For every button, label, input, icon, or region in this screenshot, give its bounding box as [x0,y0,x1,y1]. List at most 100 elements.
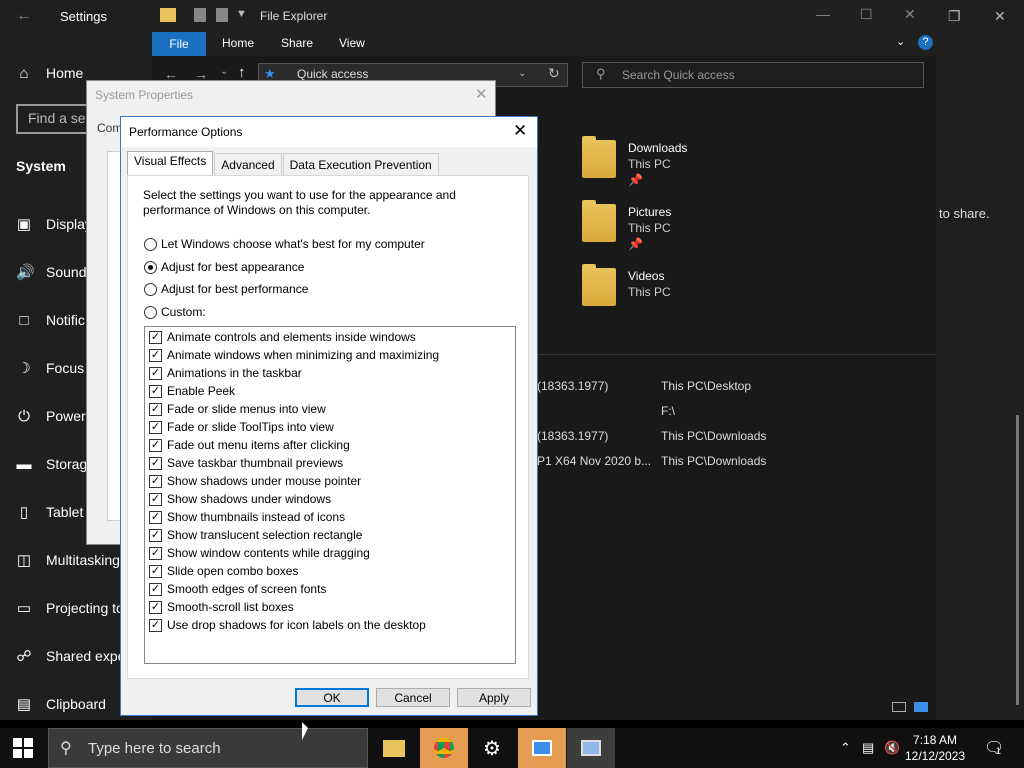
radio-button[interactable] [144,260,157,274]
checkbox[interactable]: ✓ [149,492,162,506]
effect-label: Animate controls and elements inside win… [167,330,416,344]
effect-label: Show shadows under windows [167,492,332,506]
tab-computer-name[interactable]: Com [97,121,122,135]
effect-label: Use drop shadows for icon labels on the … [167,618,426,632]
customize-toolbar-icon[interactable]: ▼ [236,8,247,20]
new-folder-icon[interactable] [216,8,228,22]
effect-checkbox-row[interactable]: ✓ Enable Peek [149,384,235,398]
expand-ribbon-icon[interactable]: ⌄ [896,35,905,48]
tab-advanced[interactable]: Advanced [214,153,282,175]
tab-visual-effects[interactable]: Visual Effects [127,151,214,175]
settings-taskbar-icon[interactable]: ⚙ [468,728,516,768]
ok-button[interactable]: OK [295,688,369,707]
address-dropdown-icon[interactable]: ⌄ [518,68,526,79]
recent-file-name[interactable]: (18363.1977) [537,429,608,443]
cancel-button[interactable]: Cancel [376,688,450,707]
checkbox[interactable]: ✓ [149,546,162,560]
effect-checkbox-row[interactable]: ✓ Smooth-scroll list boxes [149,600,294,614]
tab-share[interactable]: Share [281,36,313,50]
volume-muted-icon[interactable]: 🔇 [884,740,900,756]
address-text: Quick access [297,67,369,81]
checkbox[interactable]: ✓ [149,438,162,452]
effect-checkbox-row[interactable]: ✓ Animate windows when minimizing and max… [149,348,439,362]
radio-best-performance[interactable]: Adjust for best performance [144,282,308,296]
checkbox[interactable]: ✓ [149,564,162,578]
checkbox[interactable]: ✓ [149,348,162,362]
radio-button[interactable] [144,305,157,319]
radio-best-appearance[interactable]: Adjust for best appearance [144,260,304,274]
tab-home[interactable]: Home [222,36,254,50]
properties-icon[interactable] [194,8,206,22]
effects-listbox[interactable]: ✓ Animate controls and elements inside wi… [144,326,516,664]
focus-assist-icon: ☽ [17,360,31,377]
tab-data-execution-prevention[interactable]: Data Execution Prevention [282,153,439,175]
effect-label: Animate windows when minimizing and maxi… [167,348,440,362]
effect-checkbox-row[interactable]: ✓ Use drop shadows for icon labels on the… [149,618,426,632]
tab-view[interactable]: View [339,36,365,50]
close-icon[interactable]: ✕ [513,121,527,141]
effect-checkbox-row[interactable]: ✓ Show thumbnails instead of icons [149,510,345,524]
checkbox[interactable]: ✓ [149,384,162,398]
tab-file[interactable]: File [152,32,206,56]
projecting-icon: ▭ [16,600,32,617]
effect-checkbox-row[interactable]: ✓ Show shadows under windows [149,492,331,506]
effect-checkbox-row[interactable]: ✓ Smooth edges of screen fonts [149,582,326,596]
checkbox[interactable]: ✓ [149,582,162,596]
file-explorer-taskbar-icon[interactable] [370,728,418,768]
folder-downloads[interactable]: Downloads This PC 📌 [582,136,687,188]
radio-button[interactable] [144,282,157,296]
radio-button[interactable] [144,237,157,251]
back-arrow-icon[interactable]: ← [16,7,32,25]
folder-pictures[interactable]: Pictures This PC 📌 [582,200,671,252]
large-icons-view-icon[interactable] [914,702,928,712]
effect-checkbox-row[interactable]: ✓ Fade or slide menus into view [149,402,326,416]
scrollbar[interactable] [1016,415,1019,705]
recent-file-name[interactable]: P1 X64 Nov 2020 b... [537,454,651,468]
effect-checkbox-row[interactable]: ✓ Save taskbar thumbnail previews [149,456,343,470]
effect-checkbox-row[interactable]: ✓ Fade out menu items after clicking [149,438,350,452]
apply-button[interactable]: Apply [457,688,531,707]
close-icon[interactable]: ✕ [904,6,916,23]
folder-videos[interactable]: Videos This PC [582,264,671,306]
checkbox[interactable]: ✓ [149,618,162,632]
checkbox[interactable]: ✓ [149,402,162,416]
network-icon[interactable]: ▤ [862,740,874,756]
checkbox[interactable]: ✓ [149,600,162,614]
refresh-icon[interactable]: ↻ [548,65,560,82]
effect-checkbox-row[interactable]: ✓ Animations in the taskbar [149,366,302,380]
system-properties-taskbar-icon[interactable] [567,728,615,768]
recent-file-name[interactable]: (18363.1977) [537,379,608,393]
effect-checkbox-row[interactable]: ✓ Show translucent selection rectangle [149,528,362,542]
close-icon[interactable]: ✕ [994,8,1006,25]
effect-checkbox-row[interactable]: ✓ Show shadows under mouse pointer [149,474,361,488]
minimize-icon[interactable]: — [816,6,830,22]
radio-custom[interactable]: Custom: [144,305,206,319]
checkbox[interactable]: ✓ [149,528,162,542]
effect-checkbox-row[interactable]: ✓ Fade or slide ToolTips into view [149,420,334,434]
show-hidden-icons-icon[interactable]: ⌃ [840,740,851,756]
control-panel-taskbar-icon[interactable] [518,728,566,768]
checkbox[interactable]: ✓ [149,330,162,344]
effect-checkbox-row[interactable]: ✓ Slide open combo boxes [149,564,298,578]
help-icon[interactable]: ? [918,35,933,50]
effect-label: Fade or slide ToolTips into view [167,420,334,434]
clock[interactable]: 7:18 AM 12/12/2023 [905,732,965,764]
details-view-icon[interactable] [892,702,906,712]
checkbox[interactable]: ✓ [149,366,162,380]
effect-checkbox-row[interactable]: ✓ Animate controls and elements inside wi… [149,330,416,344]
radio-let-windows-choose[interactable]: Let Windows choose what's best for my co… [144,237,425,251]
checkbox[interactable]: ✓ [149,420,162,434]
restore-icon[interactable]: ❐ [948,8,961,25]
checkbox[interactable]: ✓ [149,510,162,524]
windows-start-icon[interactable] [13,738,33,758]
up-icon[interactable]: ↑ [238,64,246,81]
perf-tabs: Visual Effects Advanced Data Execution P… [127,151,440,175]
checkbox[interactable]: ✓ [149,474,162,488]
checkbox[interactable]: ✓ [149,456,162,470]
chrome-taskbar-icon[interactable] [420,728,468,768]
maximize-icon[interactable]: ☐ [860,6,873,23]
effect-checkbox-row[interactable]: ✓ Show window contents while dragging [149,546,370,560]
notification-center-icon[interactable]: 🗨 [984,738,1004,758]
close-icon[interactable]: ✕ [475,85,488,103]
recent-locations-icon[interactable]: ⌄ [220,66,228,77]
